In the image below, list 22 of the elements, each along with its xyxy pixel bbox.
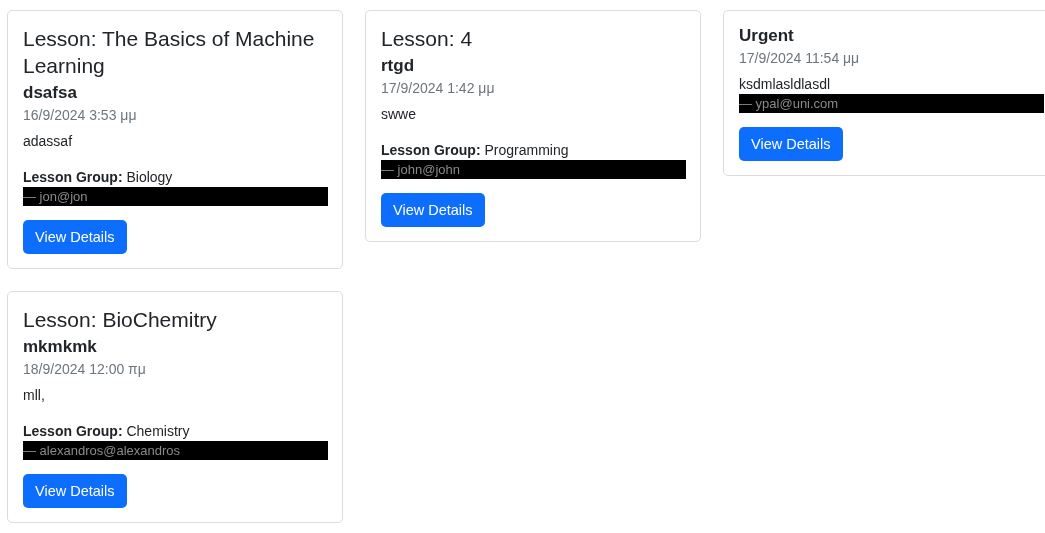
card-text: ksdmlasldlasdl [739, 75, 832, 94]
lesson-group: Lesson Group: Biology [23, 167, 328, 187]
lesson-group: Lesson Group: Programming [381, 140, 686, 160]
card-text: swwe [381, 105, 417, 124]
lesson-heading: Lesson: The Basics of Machine Learning [23, 26, 316, 79]
lesson-heading: Lesson: 4 [381, 26, 474, 52]
card-date: 17/9/2024 1:42 μμ [381, 79, 496, 98]
lesson-group: Lesson Group: Chemistry [23, 421, 328, 441]
card-text: mll, [23, 386, 46, 405]
card-date: 17/9/2024 11:54 μμ [739, 49, 861, 68]
lesson-heading: Lesson: BioChemitry [23, 307, 218, 333]
view-details-button[interactable]: View Details [381, 193, 485, 227]
card-title: dsafsa [23, 82, 78, 104]
card-title: rtgd [381, 55, 416, 77]
view-details-button[interactable]: View Details [23, 474, 127, 508]
view-details-button[interactable]: View Details [23, 220, 127, 254]
card-date: 18/9/2024 12:00 πμ [23, 360, 147, 379]
card-title: Urgent [739, 25, 795, 47]
card-title: mkmkmk [23, 336, 98, 358]
view-details-button[interactable]: View Details [739, 127, 843, 161]
card-text: adassaf [23, 132, 74, 151]
card-date: 16/9/2024 3:53 μμ [23, 106, 138, 125]
